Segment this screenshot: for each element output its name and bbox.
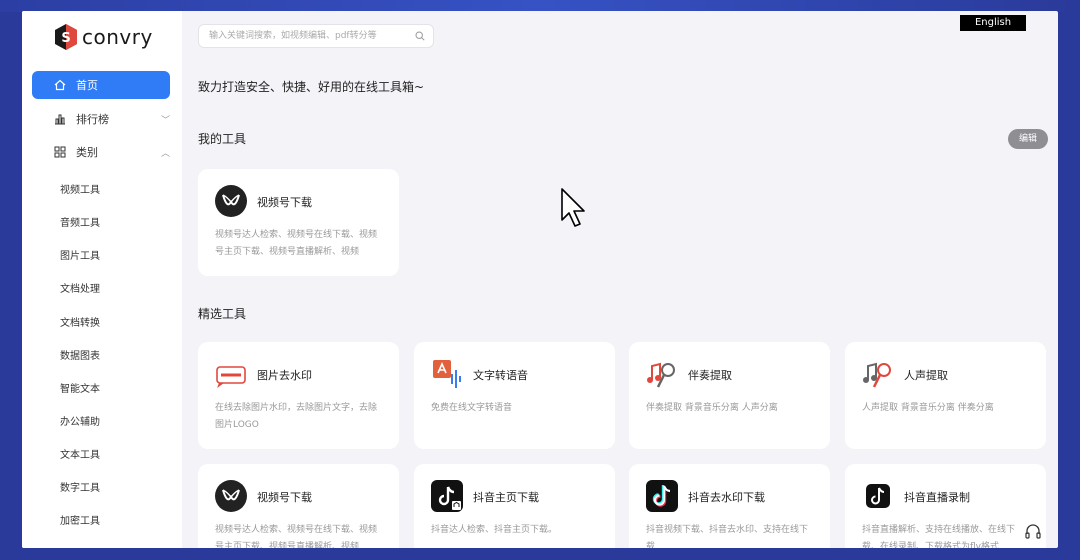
tool-card[interactable]: 抖音主页下载 抖音达人检索、抖音主页下载。: [414, 464, 615, 548]
tool-description: 抖音达人检索、抖音主页下载。: [431, 525, 558, 535]
tool-description: 伴奏提取 背景音乐分离 人声分离: [646, 403, 778, 413]
section-title-my-tools: 我的工具: [198, 132, 247, 146]
tool-name: 人声提取: [904, 369, 948, 382]
tool-name: 视频号下载: [257, 196, 312, 209]
chevron-up-icon: ︿: [160, 148, 170, 159]
wechat-channels-icon: [215, 185, 247, 217]
tool-name: 抖音直播录制: [904, 491, 970, 504]
search-placeholder: 输入关键词搜索，如视频编辑、pdf转分等: [209, 31, 377, 41]
tool-description: 人声提取 背景音乐分离 伴奏分离: [862, 403, 994, 413]
sidebar-subitem-charts[interactable]: 数据图表: [60, 349, 100, 365]
sidebar-item-label: 排行榜: [76, 113, 109, 126]
tool-name: 抖音去水印下载: [688, 491, 765, 504]
bar-chart-icon: [55, 114, 65, 125]
tool-name: 文字转语音: [473, 369, 528, 382]
brand-logo[interactable]: S convry: [52, 23, 153, 51]
wechat-channels-icon: [215, 480, 247, 512]
tool-description: 抖音视频下载、抖音去水印、支持在线下载: [646, 525, 809, 548]
tool-card[interactable]: 视频号下载 视频号达人检索、视频号在线下载、视频号主页下载、视频号直播解析、视频: [198, 169, 399, 276]
section-title-featured: 精选工具: [198, 307, 247, 321]
logo-text: convry: [82, 25, 153, 49]
tool-card[interactable]: 文字转语音 免费在线文字转语音: [414, 342, 615, 449]
sidebar-subitem-crypto[interactable]: 加密工具: [60, 514, 100, 530]
tool-name: 图片去水印: [257, 369, 312, 382]
tool-card[interactable]: 图片去水印 在线去除图片水印，去除图片文字，去除图片LOGO: [198, 342, 399, 449]
douyin-icon: [646, 480, 678, 512]
edit-button[interactable]: 编辑: [1008, 129, 1048, 149]
logo-mark-icon: S: [55, 24, 77, 50]
tool-card[interactable]: 视频号下载 视频号达人检索、视频号在线下载、视频号主页下载、视频号直播解析、视频: [198, 464, 399, 548]
headset-icon[interactable]: [1024, 523, 1042, 541]
tool-description: 视频号达人检索、视频号在线下载、视频号主页下载、视频号直播解析、视频: [215, 230, 378, 257]
sidebar-subitem-doc-convert[interactable]: 文档转换: [60, 316, 100, 332]
app-window: S convry 首页 排行榜 ﹀ 类别 ︿ 视频工具 音频工具 图片工具 文档…: [22, 11, 1058, 548]
sidebar-subitem-video[interactable]: 视频工具: [60, 183, 100, 199]
tool-name: 伴奏提取: [688, 369, 732, 382]
sidebar-item-ranking[interactable]: 排行榜 ﹀: [32, 107, 170, 131]
sidebar-subitem-audio[interactable]: 音频工具: [60, 216, 100, 232]
svg-text:S: S: [61, 31, 70, 46]
tool-description: 视频号达人检索、视频号在线下载、视频号主页下载、视频号直播解析、视频: [215, 525, 378, 548]
tool-name: 抖音主页下载: [473, 491, 539, 504]
chevron-down-icon: ﹀: [160, 115, 170, 126]
tool-card[interactable]: 抖音去水印下载 抖音视频下载、抖音去水印、支持在线下载: [629, 464, 830, 548]
tool-description: 免费在线文字转语音: [431, 403, 513, 413]
sidebar: S convry 首页 排行榜 ﹀ 类别 ︿ 视频工具 音频工具 图片工具 文档…: [22, 11, 182, 548]
sidebar-item-categories[interactable]: 类别 ︿: [32, 140, 170, 164]
tool-description: 抖音直播解析、支持在线播放、在线下载、在线录制、下载格式为flv格式: [862, 525, 1016, 548]
sidebar-subitem-smart-text[interactable]: 智能文本: [60, 382, 100, 398]
search-input[interactable]: 输入关键词搜索，如视频编辑、pdf转分等: [198, 24, 434, 48]
sidebar-subitem-text-tools[interactable]: 文本工具: [60, 448, 100, 464]
tool-card[interactable]: 人声提取 人声提取 背景音乐分离 伴奏分离: [845, 342, 1046, 449]
sidebar-item-home[interactable]: 首页: [32, 71, 170, 99]
tool-card[interactable]: 抖音直播录制 抖音直播解析、支持在线播放、在线下载、在线录制、下载格式为flv格…: [845, 464, 1046, 548]
tool-name: 视频号下载: [257, 491, 312, 504]
douyin-live-icon: [866, 484, 890, 508]
sidebar-subitem-image[interactable]: 图片工具: [60, 249, 100, 265]
douyin-home-icon: [431, 480, 463, 512]
grid-icon: [54, 146, 66, 158]
accompaniment-icon: [647, 362, 675, 388]
tagline: 致力打造安全、快捷、好用的在线工具箱~: [198, 80, 425, 94]
vocal-icon: [863, 362, 891, 388]
mouse-cursor-icon: [561, 188, 585, 227]
sidebar-subitem-doc-process[interactable]: 文档处理: [60, 282, 100, 298]
tool-card[interactable]: 伴奏提取 伴奏提取 背景音乐分离 人声分离: [629, 342, 830, 449]
sidebar-subitem-office[interactable]: 办公辅助: [60, 415, 100, 431]
home-icon: [54, 79, 66, 91]
tool-description: 在线去除图片水印，去除图片文字，去除图片LOGO: [215, 403, 378, 430]
watermark-icon: [216, 366, 246, 388]
sidebar-item-label: 类别: [76, 146, 98, 159]
sidebar-item-label: 首页: [76, 79, 98, 92]
search-icon[interactable]: [415, 31, 425, 41]
sidebar-subitem-number-tools[interactable]: 数字工具: [60, 481, 100, 497]
language-button[interactable]: English: [960, 15, 1026, 31]
text-to-speech-icon: [433, 360, 461, 388]
